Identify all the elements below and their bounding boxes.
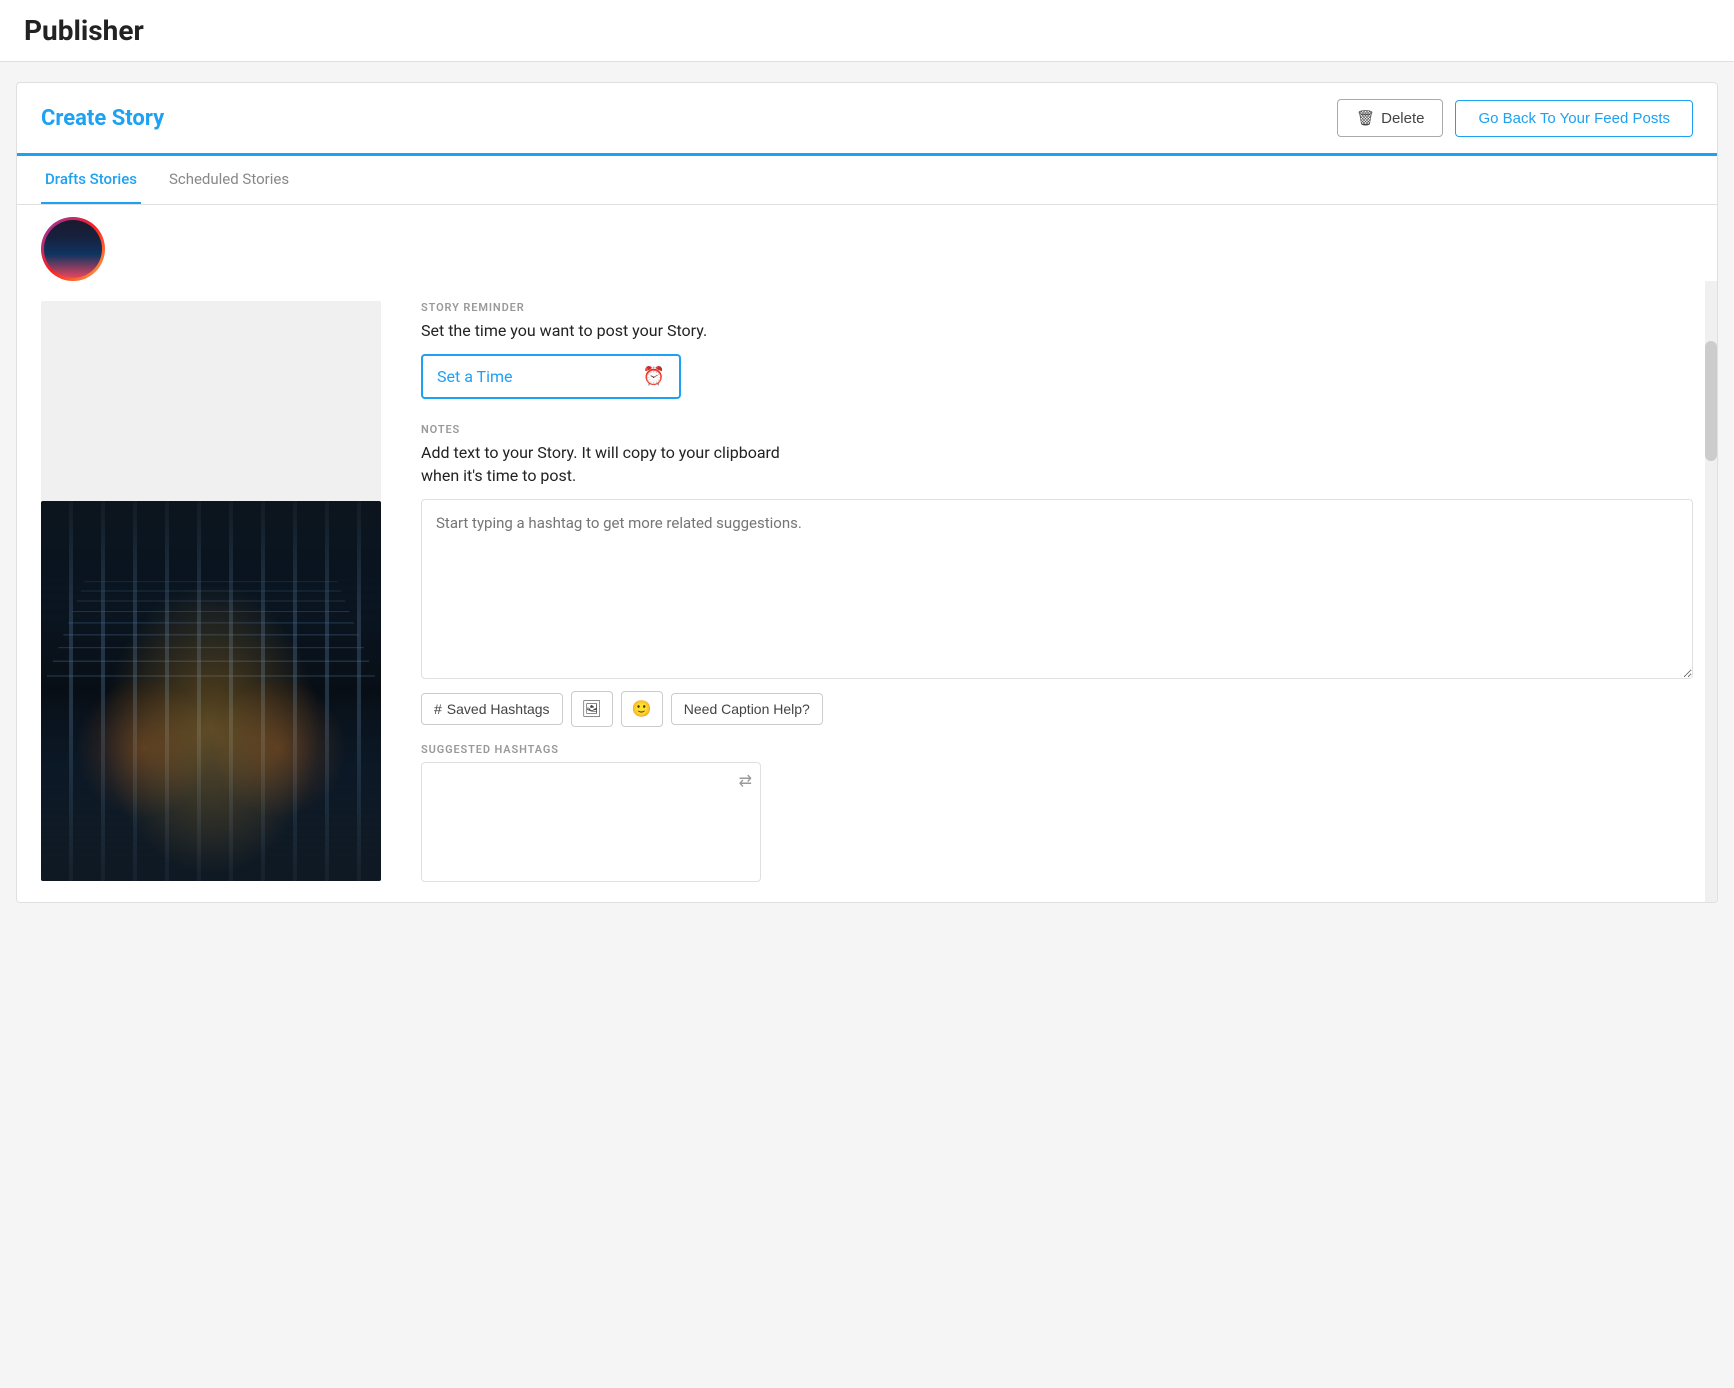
saved-hashtags-label: Saved Hashtags	[447, 701, 550, 717]
notes-label: NOTES	[421, 423, 1693, 436]
set-time-input[interactable]: Set a Time ⏰	[421, 354, 681, 399]
tab-scheduled-label: Scheduled Stories	[169, 170, 289, 188]
tab-scheduled-stories[interactable]: Scheduled Stories	[165, 156, 293, 204]
tab-drafts-stories[interactable]: Drafts Stories	[41, 156, 141, 204]
card-header: Create Story 🗑 Delete Go Back To Your Fe…	[17, 83, 1717, 156]
header-actions: 🗑 Delete Go Back To Your Feed Posts	[1337, 99, 1693, 137]
notes-textarea[interactable]	[421, 499, 1693, 679]
textarea-toolbar: # Saved Hashtags 🖼 🙂 Need Caption Help?	[421, 691, 1693, 727]
alarm-clock-icon: ⏰	[643, 366, 665, 387]
saved-hashtags-button[interactable]: # Saved Hashtags	[421, 693, 563, 725]
avatar-inner	[44, 220, 102, 278]
story-image-art	[41, 501, 381, 881]
hashtag-icon: #	[434, 701, 442, 717]
story-reminder-label: STORY REMINDER	[421, 301, 1693, 314]
time-input-text: Set a Time	[437, 367, 643, 386]
emoji-button[interactable]: 🙂	[621, 691, 663, 727]
suggested-hashtags-label: SUGGESTED HASHTAGS	[421, 743, 1693, 756]
caption-help-button[interactable]: Need Caption Help?	[671, 693, 823, 725]
suggested-hashtags-section: SUGGESTED HASHTAGS ⇄	[421, 743, 1693, 882]
right-column: STORY REMINDER Set the time you want to …	[421, 301, 1693, 882]
story-reminder-desc: Set the time you want to post your Story…	[421, 320, 1693, 342]
scrollbar[interactable]	[1705, 281, 1717, 902]
ceiling-lines	[41, 577, 381, 691]
story-image	[41, 501, 381, 881]
suggested-hashtags-box: ⇄	[421, 762, 761, 882]
card-title: Create Story	[41, 106, 164, 131]
left-column	[41, 301, 381, 882]
avatar-row	[17, 205, 1717, 281]
tabs-bar: Drafts Stories Scheduled Stories	[17, 156, 1717, 205]
avatar-image	[44, 220, 102, 278]
delete-label: Delete	[1381, 110, 1424, 127]
scrollbar-thumb[interactable]	[1705, 341, 1717, 461]
app-title: Publisher	[24, 14, 1710, 47]
caption-help-label: Need Caption Help?	[684, 701, 810, 717]
shuffle-icon[interactable]: ⇄	[739, 771, 752, 790]
image-top-placeholder	[41, 301, 381, 501]
content-area: STORY REMINDER Set the time you want to …	[17, 281, 1717, 902]
trash-icon: 🗑	[1356, 109, 1375, 127]
avatar[interactable]	[41, 217, 105, 281]
delete-button[interactable]: 🗑 Delete	[1337, 99, 1443, 137]
media-icon-button[interactable]: 🖼	[571, 691, 613, 727]
notes-desc: Add text to your Story. It will copy to …	[421, 442, 1693, 487]
top-header: Publisher	[0, 0, 1734, 62]
back-label: Go Back To Your Feed Posts	[1478, 110, 1670, 127]
tab-drafts-label: Drafts Stories	[45, 170, 137, 188]
notes-section: NOTES Add text to your Story. It will co…	[421, 423, 1693, 727]
emoji-icon: 🙂	[632, 701, 652, 718]
main-card: Create Story 🗑 Delete Go Back To Your Fe…	[16, 82, 1718, 903]
notes-desc-text: Add text to your Story. It will copy to …	[421, 443, 780, 484]
go-back-button[interactable]: Go Back To Your Feed Posts	[1455, 100, 1693, 137]
story-reminder-section: STORY REMINDER Set the time you want to …	[421, 301, 1693, 399]
image-icon: 🖼	[582, 701, 602, 718]
